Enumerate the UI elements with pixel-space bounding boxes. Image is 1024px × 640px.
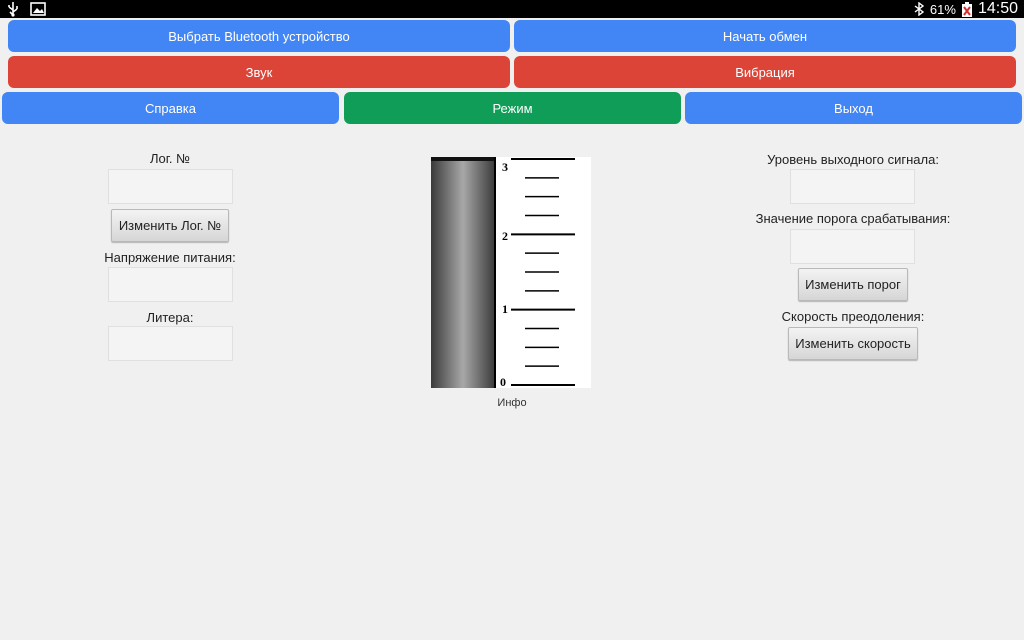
status-bar: 61% 14:50 (0, 0, 1024, 18)
info-label: Инфо (497, 397, 527, 409)
tick-label-1: 1 (502, 302, 508, 316)
vibration-button[interactable]: Вибрация (514, 56, 1016, 88)
level-gauge: 3 2 1 0 (431, 157, 591, 388)
change-log-number-button[interactable]: Изменить Лог. № (111, 209, 229, 242)
litera-field[interactable] (108, 326, 233, 361)
tick-label-3: 3 (502, 160, 508, 174)
battery-percent: 61% (929, 1, 956, 17)
exit-button[interactable]: Выход (685, 92, 1022, 124)
clock: 14:50 (977, 0, 1018, 17)
battery-icon (961, 1, 972, 17)
select-bluetooth-device-button[interactable]: Выбрать Bluetooth устройство (8, 20, 510, 52)
threshold-value-label: Значение порога срабатывания: (755, 211, 951, 226)
gauge-tube (431, 157, 495, 388)
start-exchange-button[interactable]: Начать обмен (514, 20, 1016, 52)
change-threshold-button[interactable]: Изменить порог (798, 268, 908, 301)
log-number-field[interactable] (108, 169, 233, 204)
bluetooth-icon (914, 2, 924, 16)
output-signal-level-field[interactable] (790, 169, 915, 204)
supply-voltage-field[interactable] (108, 267, 233, 302)
log-number-label: Лог. № (149, 151, 191, 166)
crossing-speed-label: Скорость преодоления: (781, 309, 925, 324)
litera-label: Литера: (146, 310, 194, 325)
tick-label-2: 2 (502, 229, 508, 243)
help-button[interactable]: Справка (2, 92, 339, 124)
change-speed-button[interactable]: Изменить скорость (788, 327, 918, 360)
sound-button[interactable]: Звук (8, 56, 510, 88)
gauge-tube-top (431, 157, 495, 161)
tick-label-0: 0 (500, 375, 506, 388)
usb-icon (8, 2, 18, 17)
supply-voltage-label: Напряжение питания: (104, 250, 236, 265)
output-signal-level-label: Уровень выходного сигнала: (767, 152, 939, 167)
mode-button[interactable]: Режим (344, 92, 681, 124)
gallery-notification-icon (30, 2, 46, 16)
threshold-value-field[interactable] (790, 229, 915, 264)
